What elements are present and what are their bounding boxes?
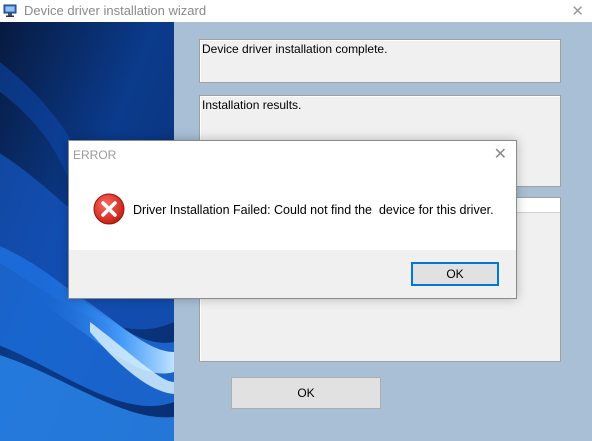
installation-results-label: Installation results. — [202, 98, 302, 112]
computer-icon — [3, 4, 17, 17]
window-close-button[interactable]: ✕ — [571, 2, 584, 20]
error-dialog-ok-button[interactable]: OK — [411, 262, 499, 286]
window-title: Device driver installation wizard — [24, 3, 207, 18]
completion-status-text: Device driver installation complete. — [202, 42, 388, 56]
error-dialog-footer: OK — [69, 250, 516, 298]
error-message: Driver Installation Failed: Could not fi… — [133, 203, 494, 217]
error-dialog-close-button[interactable]: ✕ — [494, 144, 507, 164]
window-titlebar: Device driver installation wizard ✕ — [0, 0, 592, 22]
error-dialog: ERROR ✕ Driver Installation Failed: Coul… — [68, 140, 517, 299]
wizard-ok-button[interactable]: OK — [231, 377, 381, 409]
completion-status-box: Device driver installation complete. — [199, 39, 561, 83]
error-icon — [93, 193, 125, 225]
error-dialog-title: ERROR — [73, 148, 117, 162]
